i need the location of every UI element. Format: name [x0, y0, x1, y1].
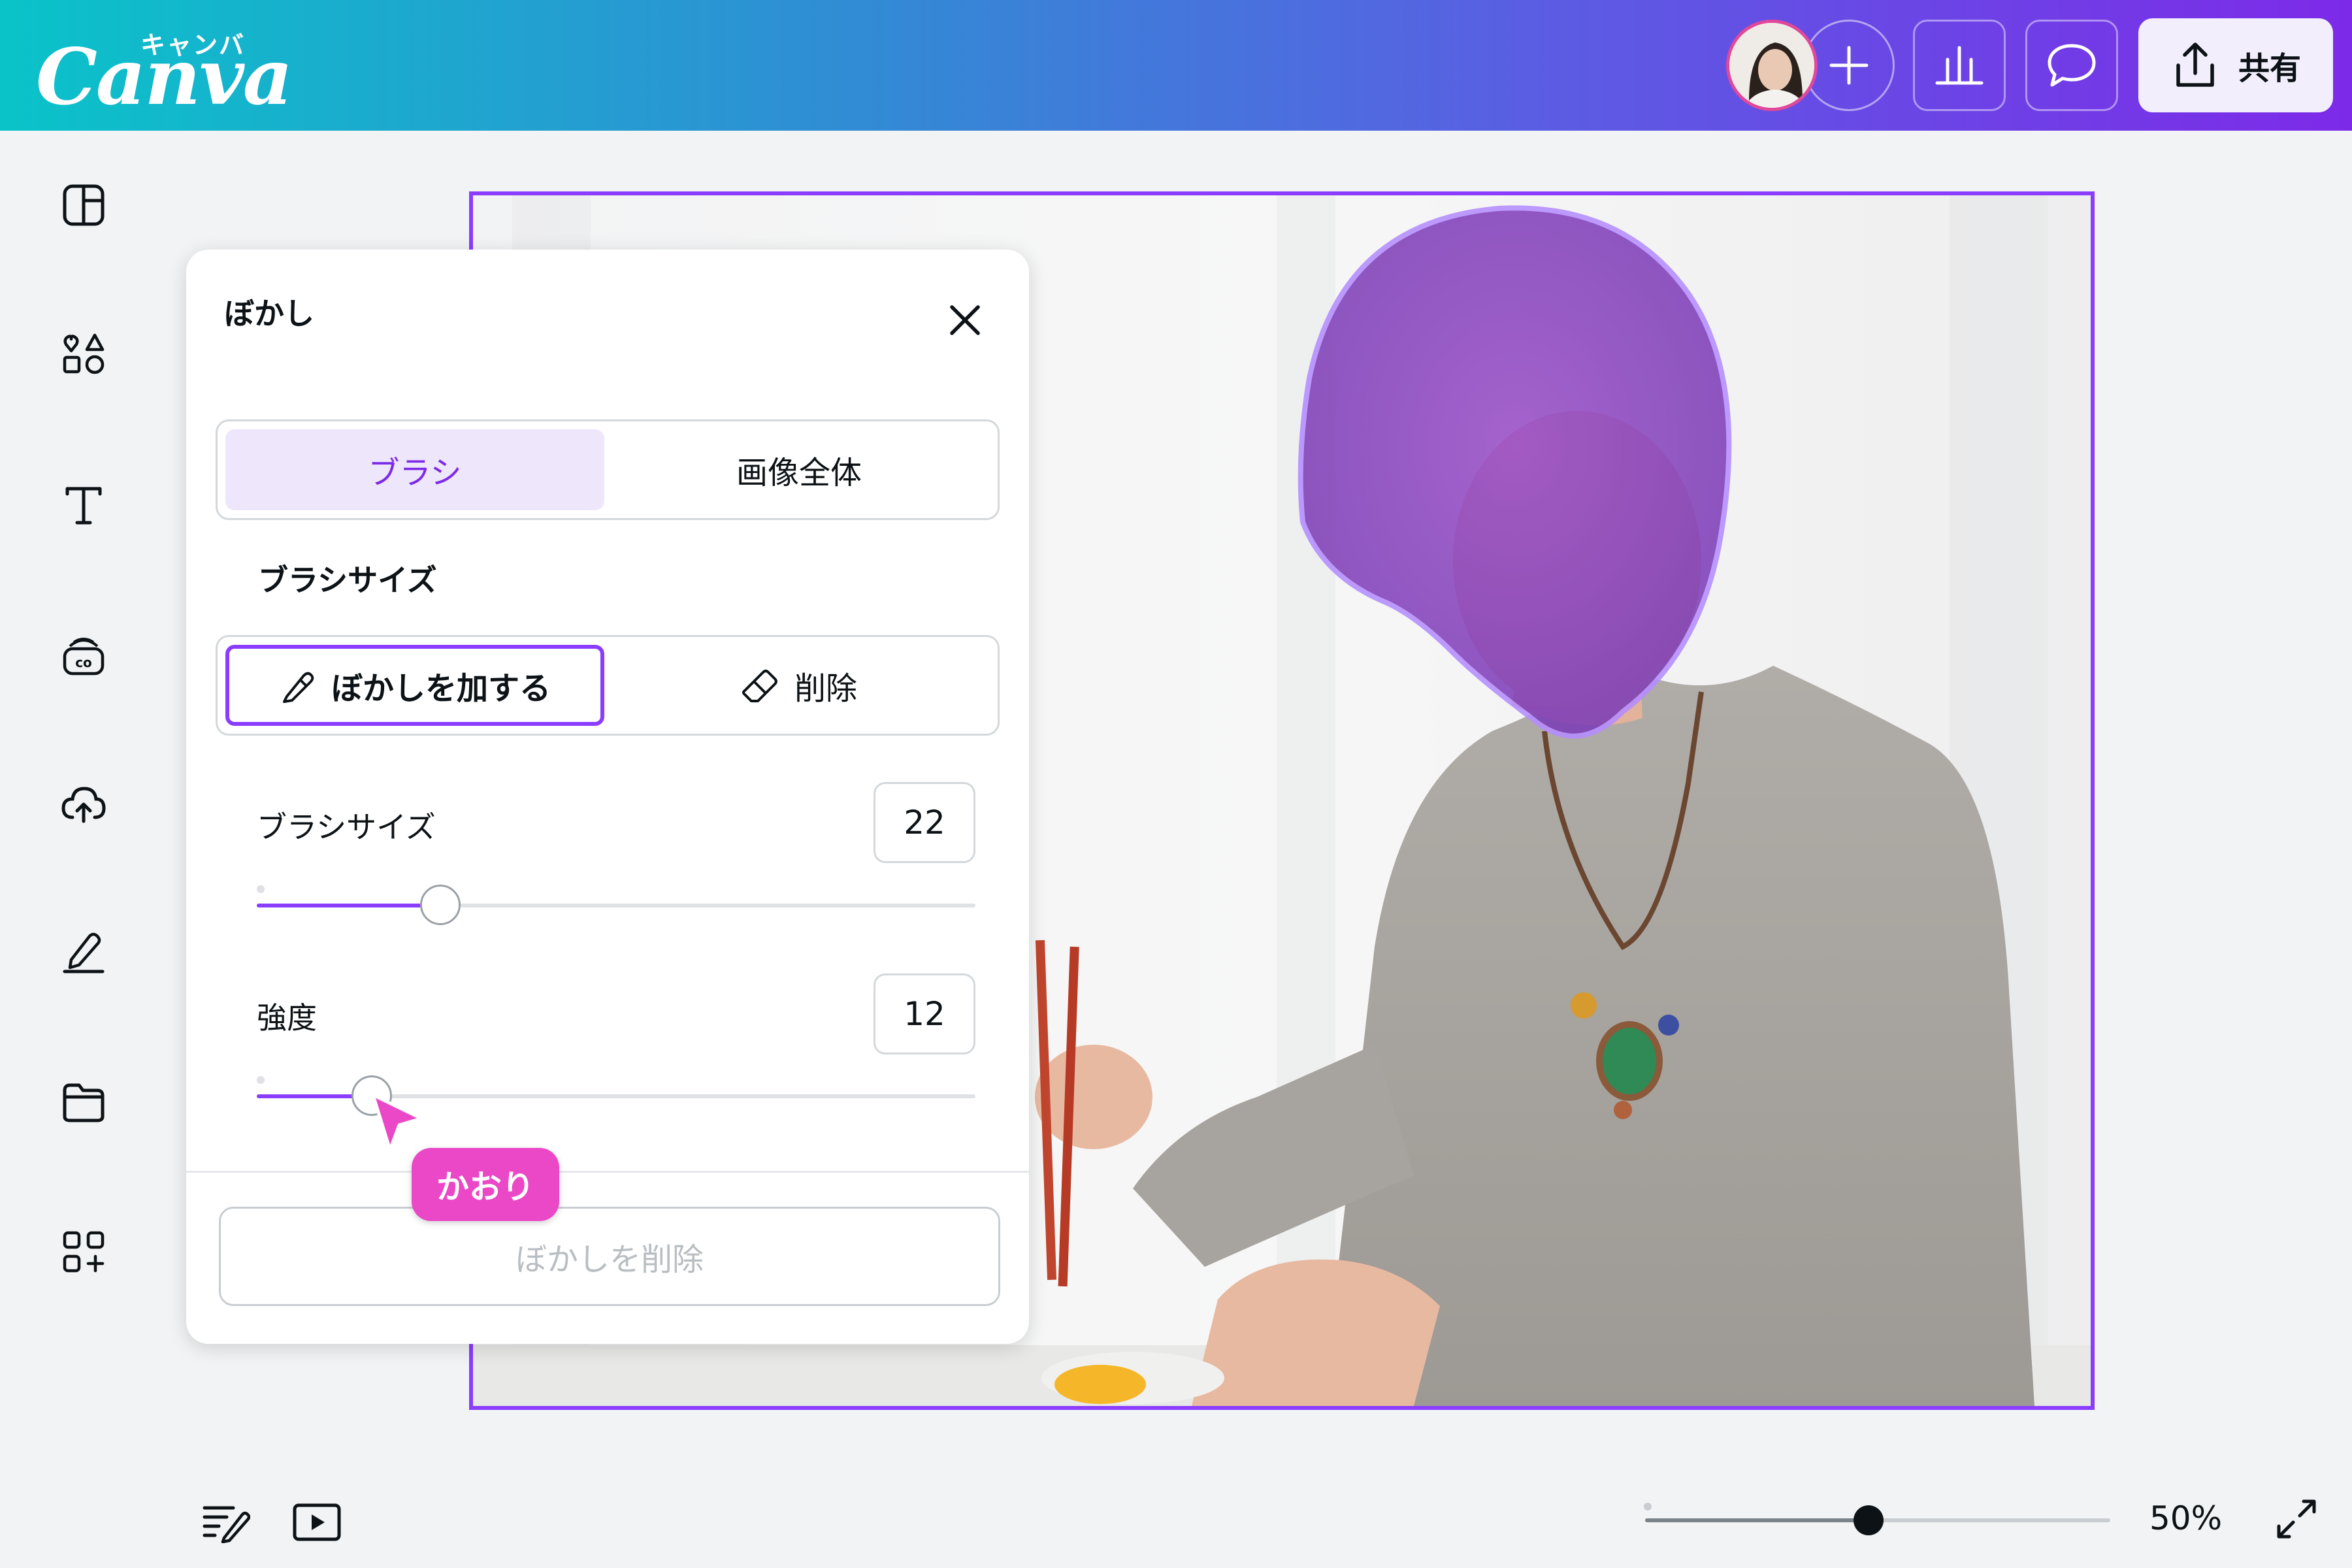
sidebar-item-apps[interactable]	[57, 1226, 110, 1278]
canva-logo[interactable]: キャンバ Canva	[36, 20, 293, 122]
sidebar-item-design[interactable]	[57, 179, 110, 231]
share-label: 共有	[2238, 50, 2301, 87]
present-button[interactable]	[287, 1496, 346, 1548]
share-button[interactable]: 共有	[2138, 18, 2333, 112]
play-icon	[293, 1503, 341, 1541]
collaborator-name: かおり	[436, 1168, 534, 1206]
brush-size-slider-min-dot	[257, 885, 265, 893]
sidebar-item-uploads[interactable]	[57, 777, 110, 830]
eraser-icon	[742, 670, 777, 702]
erase-label: 削除	[794, 670, 857, 707]
intensity-slider[interactable]	[257, 1075, 975, 1116]
tab-brush[interactable]: ブラシ	[225, 429, 604, 510]
close-icon	[950, 305, 980, 335]
zoom-slider-min-dot	[1644, 1503, 1652, 1511]
remove-blur-label: ぼかしを削除	[515, 1241, 704, 1278]
text-icon	[65, 487, 102, 525]
intensity-label: 強度	[257, 1000, 317, 1036]
zoom-slider[interactable]	[1644, 1503, 2110, 1535]
brush-section-heading: ブラシサイズ	[258, 563, 437, 598]
notes-icon	[203, 1506, 250, 1543]
zoom-slider-fill	[1645, 1518, 1869, 1522]
brush-size-value[interactable]: 22	[874, 782, 975, 863]
add-blur-button[interactable]: ぼかしを加する	[225, 645, 604, 726]
blur-mode-toggle: ブラシ 画像全体	[216, 419, 1000, 520]
upload-icon	[2176, 42, 2214, 87]
brand-kit-icon: co	[63, 638, 105, 676]
sidebar-item-elements[interactable]	[57, 328, 110, 380]
sidebar-item-brand[interactable]: co	[57, 629, 110, 681]
brush-size-slider-thumb[interactable]	[419, 885, 461, 925]
layout-template-icon	[63, 184, 105, 226]
intensity-value[interactable]: 12	[874, 973, 975, 1054]
insights-button[interactable]	[1913, 20, 2006, 111]
shapes-elements-icon	[63, 333, 105, 374]
expand-icon	[2277, 1499, 2316, 1539]
zoom-level[interactable]: 50%	[2149, 1499, 2222, 1537]
cloud-upload-icon	[61, 787, 106, 823]
svg-text:co: co	[75, 655, 92, 670]
panel-title: ぼかし	[224, 296, 314, 331]
plus-icon	[1829, 46, 1869, 85]
folder-icon	[63, 1083, 105, 1122]
speech-bubble-icon	[2048, 44, 2096, 87]
tab-whole-image[interactable]: 画像全体	[610, 429, 988, 510]
add-blur-label: ぼかしを加する	[331, 670, 551, 707]
apps-grid-icon	[63, 1231, 105, 1273]
sidebar-item-projects[interactable]	[57, 1077, 110, 1129]
brush-icon	[282, 672, 314, 703]
brush-size-slider-fill	[257, 904, 440, 907]
tab-brush-label: ブラシ	[368, 455, 462, 491]
fullscreen-button[interactable]	[2267, 1493, 2326, 1545]
sidebar-item-draw[interactable]	[57, 926, 110, 979]
zoom-slider-thumb[interactable]	[1853, 1505, 1884, 1535]
brush-tool-toggle: ぼかしを加する 削除	[216, 635, 1000, 736]
intensity-slider-min-dot	[257, 1076, 265, 1084]
collaborator-cursor-icon	[371, 1093, 423, 1152]
tab-whole-image-label: 画像全体	[736, 455, 862, 491]
avatar[interactable]	[1726, 20, 1818, 111]
erase-button[interactable]: 削除	[610, 645, 988, 726]
notes-button[interactable]	[196, 1496, 255, 1548]
blur-panel: ぼかし ブラシ 画像全体 ブラシサイズ ぼかしを加する 削除 ブラシサイズ 22…	[186, 250, 1029, 1344]
comments-button[interactable]	[2025, 20, 2118, 111]
brush-size-label: ブラシサイズ	[257, 809, 436, 845]
bar-chart-icon	[1935, 46, 1984, 85]
user-avatar	[1729, 23, 1814, 108]
draw-pen-icon	[63, 932, 105, 973]
remove-blur-button[interactable]: ぼかしを削除	[219, 1207, 1000, 1306]
sidebar-item-text[interactable]	[57, 479, 110, 531]
top-bar: キャンバ Canva 共有	[0, 0, 2352, 131]
brush-size-slider[interactable]	[257, 885, 975, 925]
close-button[interactable]	[939, 294, 991, 346]
collaborator-name-tag: かおり	[412, 1148, 559, 1221]
panel-divider	[186, 1171, 1029, 1173]
logo-wordmark: Canva	[36, 31, 293, 122]
